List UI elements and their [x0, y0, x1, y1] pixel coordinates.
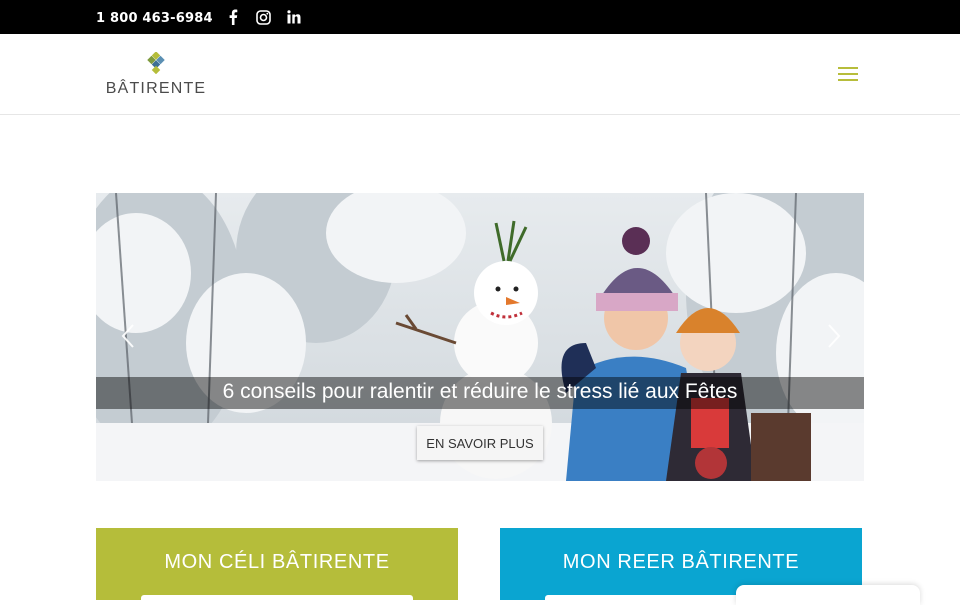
learn-more-button[interactable]: EN SAVOIR PLUS — [417, 426, 543, 460]
celi-card-button[interactable] — [141, 595, 413, 605]
celi-card[interactable]: MON CÉLI BÂTIRENTE — [96, 528, 458, 605]
slide-caption: 6 conseils pour ralentir et réduire le s… — [222, 380, 738, 403]
logo-diamond-icon — [147, 52, 165, 74]
hamburger-menu-icon[interactable] — [838, 67, 858, 81]
celi-card-title: MON CÉLI BÂTIRENTE — [164, 551, 390, 573]
batirente-logo[interactable]: BÂTIRENTE — [100, 52, 212, 98]
logo-text: BÂTIRENTE — [105, 80, 207, 97]
chevron-left-icon[interactable] — [118, 321, 138, 351]
chat-widget[interactable] — [736, 585, 920, 605]
reer-card-title: MON REER BÂTIRENTE — [562, 551, 800, 573]
linkedin-icon[interactable] — [285, 8, 303, 26]
phone-number-link[interactable]: 1 800 463-6984 — [96, 11, 213, 26]
instagram-icon[interactable] — [254, 8, 272, 26]
chevron-right-icon[interactable] — [824, 321, 844, 351]
site-header: BÂTIRENTE — [0, 34, 960, 115]
facebook-icon[interactable] — [224, 8, 242, 26]
top-bar: 1 800 463-6984 — [0, 0, 960, 34]
hero-slider: 6 conseils pour ralentir et réduire le s… — [96, 193, 864, 481]
